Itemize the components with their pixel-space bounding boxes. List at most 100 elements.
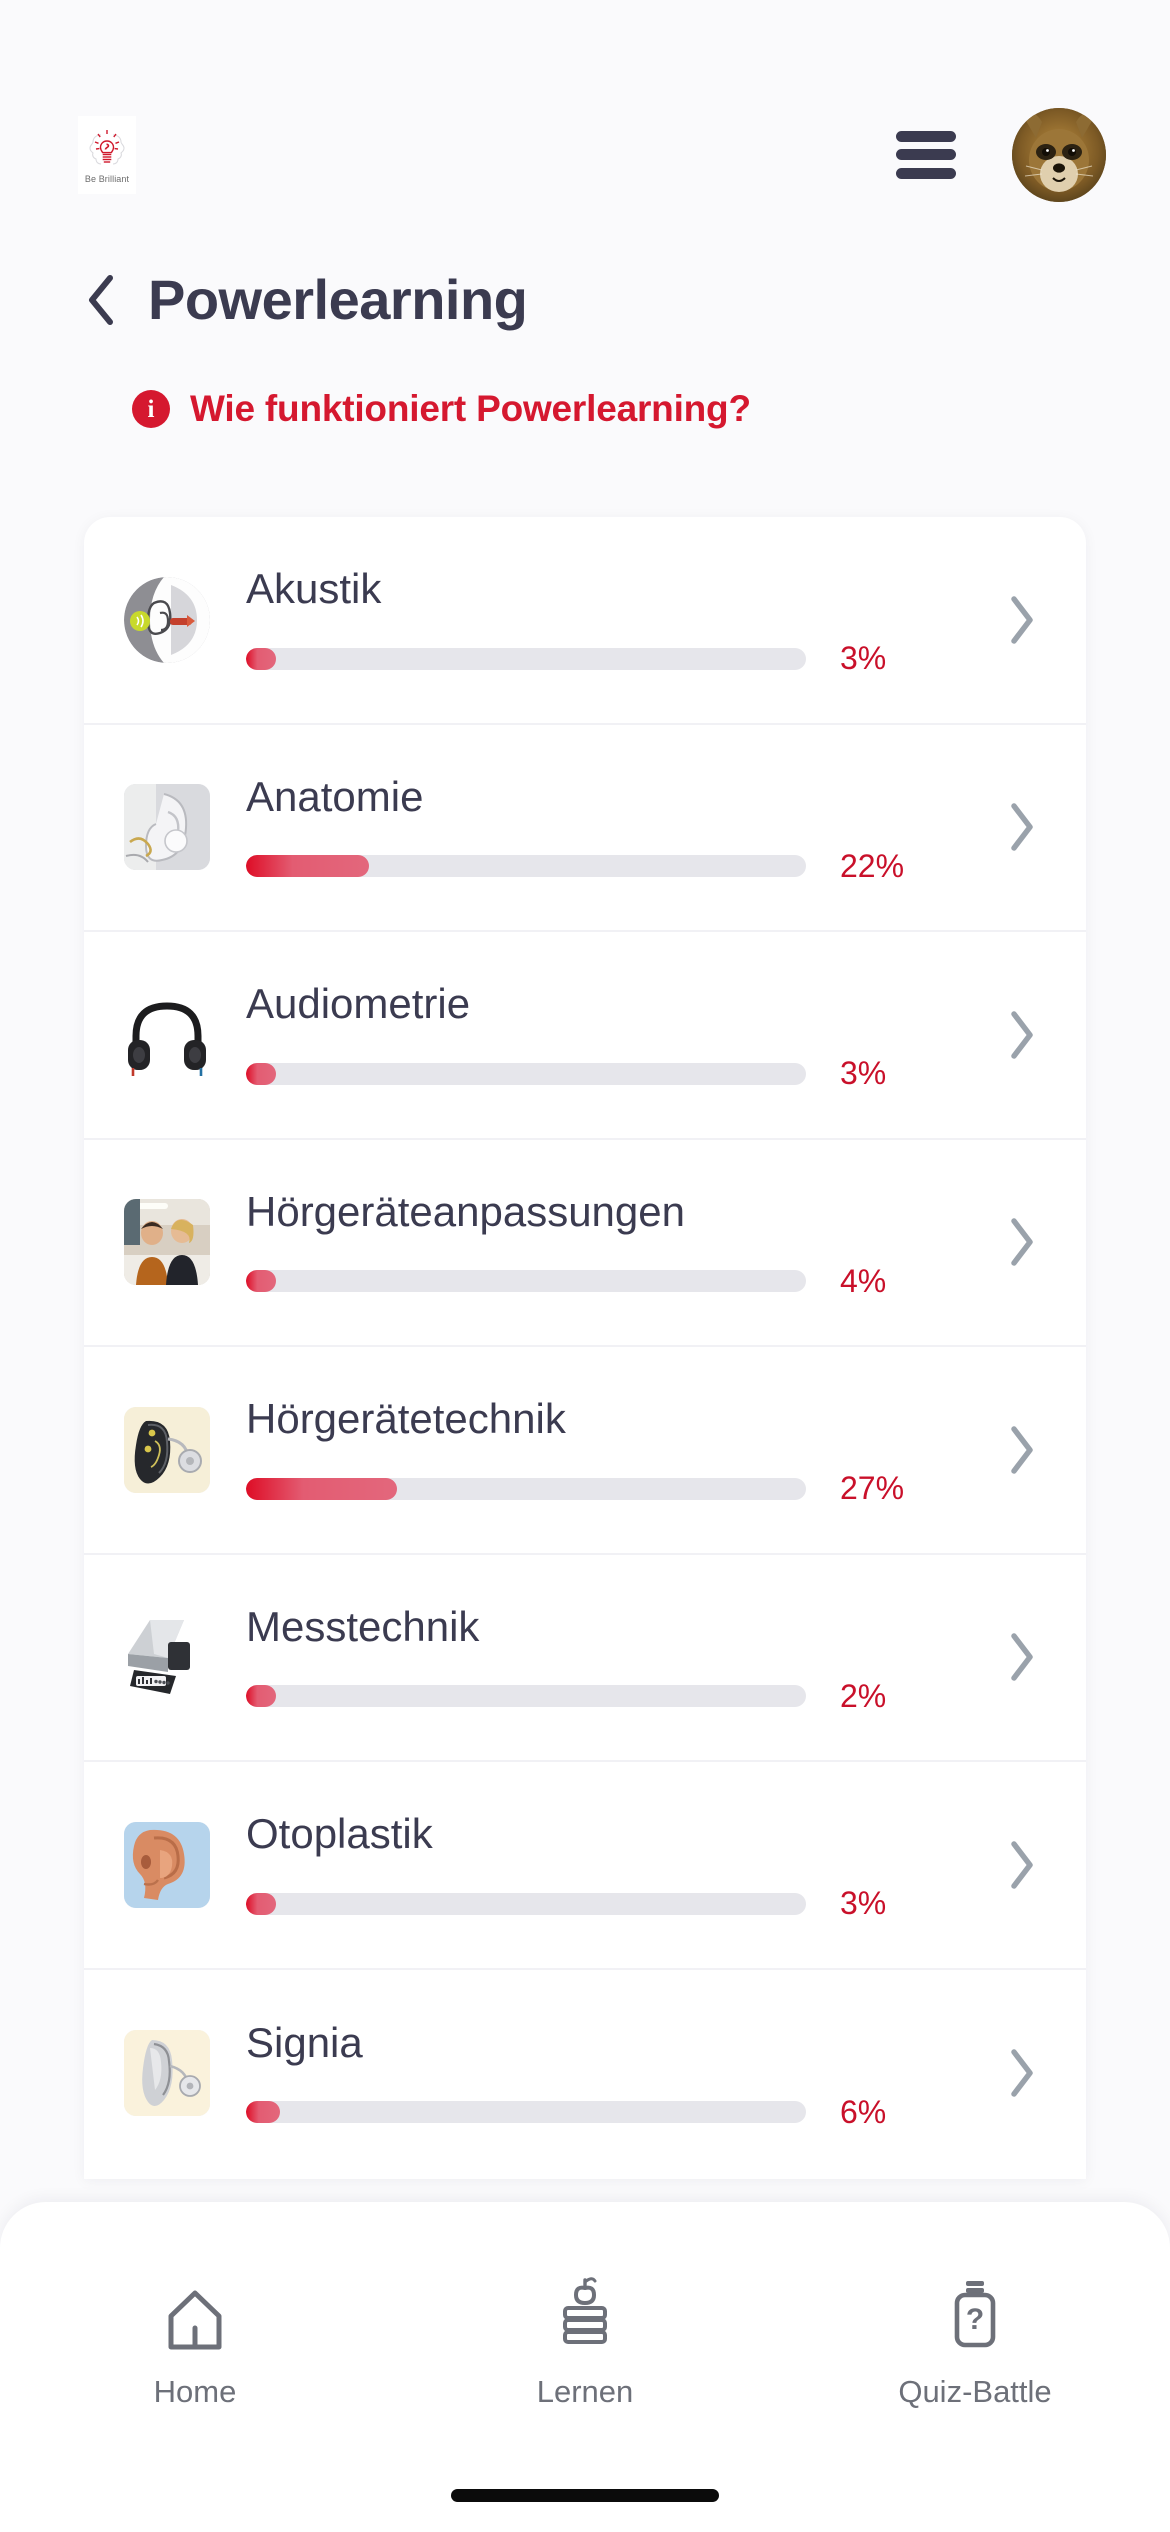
progress-track [246, 1062, 806, 1085]
progress-fill [246, 1477, 398, 1500]
topic-progress: 3% [246, 1885, 992, 1922]
topic-progress: 2% [246, 1678, 992, 1715]
brain-lightbulb-logo-icon [85, 125, 129, 173]
topic-label: Anatomie [246, 772, 424, 820]
progress-track [246, 1685, 806, 1708]
svg-text:?: ? [966, 2303, 984, 2336]
topic-content: Akustik 3% [246, 517, 992, 723]
measuring-device-photo-icon [124, 1614, 210, 1700]
chevron-right-icon[interactable] [992, 1425, 1052, 1475]
nav-label: Quiz-Battle [898, 2374, 1052, 2409]
topic-row-hoergeraetetechnik[interactable]: Hörgerätetechnik 27% [84, 1347, 1086, 1555]
bte-hearing-aid-photo-icon [124, 1406, 210, 1493]
nav-label: Lernen [536, 2374, 634, 2409]
progress-percent: 3% [840, 1055, 887, 1092]
chevron-right-icon[interactable] [992, 1217, 1052, 1267]
topic-row-messtechnik[interactable]: Messtechnik 2% [84, 1555, 1086, 1762]
progress-fill [246, 647, 276, 670]
page-title-row: Powerlearning [0, 272, 1170, 328]
hamburger-bar [896, 149, 956, 160]
how-it-works-label: Wie funktioniert Powerlearning? [190, 388, 751, 429]
topic-label: Messtechnik [246, 1602, 480, 1650]
progress-track [246, 1270, 806, 1293]
how-it-works-link[interactable]: i Wie funktioniert Powerlearning? [0, 388, 1170, 430]
progress-fill [246, 1685, 276, 1708]
app-header: Be Brilliant [0, 0, 1170, 265]
brand-logo[interactable]: Be Brilliant [78, 115, 136, 194]
progress-percent: 22% [840, 847, 905, 884]
topic-label: Otoplastik [246, 1810, 433, 1858]
info-circle-icon: i [132, 390, 170, 428]
nav-label: Home [153, 2374, 237, 2409]
ear-anatomy-icon [124, 576, 210, 663]
home-indicator [451, 2489, 719, 2502]
home-icon [164, 2274, 226, 2352]
user-avatar-raccoon-icon [1012, 107, 1106, 202]
topic-row-audiometrie[interactable]: Audiometrie 3% [84, 932, 1086, 1140]
quiz-bottle-icon: ? [947, 2274, 1003, 2352]
chevron-right-icon[interactable] [992, 1632, 1052, 1682]
topic-progress: 27% [246, 1470, 992, 1507]
progress-percent: 2% [840, 1677, 887, 1714]
progress-percent: 6% [840, 2093, 887, 2130]
back-chevron-icon[interactable] [86, 273, 120, 327]
topic-progress: 3% [246, 640, 992, 677]
topic-row-anatomie[interactable]: Anatomie 22% [84, 725, 1086, 932]
topic-content: Hörgeräteanpassungen 4% [246, 1140, 992, 1346]
nav-item-lernen[interactable]: Lernen [390, 2274, 780, 2410]
nav-item-home[interactable]: Home [0, 2274, 390, 2410]
topic-label: Audiometrie [246, 980, 471, 1028]
chevron-right-icon[interactable] [992, 1840, 1052, 1890]
ear-mould-icon [124, 1821, 210, 1908]
ear-model-photo-icon [124, 784, 210, 871]
topic-content: Messtechnik 2% [246, 1555, 992, 1761]
topic-progress: 6% [246, 2094, 992, 2131]
chevron-right-icon[interactable] [992, 595, 1052, 645]
avatar[interactable] [1012, 107, 1106, 202]
consultation-photo-icon [124, 1199, 210, 1286]
progress-track [246, 1892, 806, 1915]
chevron-right-icon[interactable] [992, 1010, 1052, 1060]
topic-content: Anatomie 22% [246, 725, 992, 931]
chevron-right-icon[interactable] [992, 2048, 1052, 2098]
books-apple-icon [552, 2274, 618, 2352]
chevron-right-icon[interactable] [992, 802, 1052, 852]
topic-label: Hörgeräteanpassungen [246, 1187, 685, 1235]
hamburger-bar [896, 130, 956, 142]
progress-fill [246, 2101, 280, 2124]
topic-list: Akustik 3% Anatomie 22% Audiometrie 3% H… [84, 517, 1086, 2179]
topic-row-signia[interactable]: Signia 6% [84, 1970, 1086, 2178]
progress-fill [246, 1270, 276, 1293]
topic-row-akustik[interactable]: Akustik 3% [84, 517, 1086, 725]
topic-progress: 4% [246, 1263, 992, 1300]
topic-row-hoergeraeteanpassungen[interactable]: Hörgeräteanpassungen 4% [84, 1140, 1086, 1347]
topic-content: Audiometrie 3% [246, 932, 992, 1138]
topic-progress: 3% [246, 1055, 992, 1092]
hamburger-bar [896, 167, 956, 179]
progress-fill [246, 855, 370, 878]
progress-percent: 3% [840, 1885, 887, 1922]
signia-hearing-aid-photo-icon [124, 2030, 210, 2117]
topic-label: Hörgerätetechnik [246, 1395, 566, 1443]
bottom-navigation: Home Lernen ? Quiz-Battle [0, 2202, 1170, 2532]
hamburger-menu-icon[interactable] [896, 130, 956, 179]
nav-item-quiz-battle[interactable]: ? Quiz-Battle [780, 2274, 1170, 2410]
topic-content: Hörgerätetechnik 27% [246, 1347, 992, 1553]
topic-progress: 22% [246, 848, 992, 885]
brand-logo-text: Be Brilliant [84, 174, 130, 184]
progress-track [246, 2101, 806, 2124]
progress-fill [246, 1892, 276, 1915]
progress-percent: 3% [840, 640, 887, 677]
topic-label: Akustik [246, 565, 382, 613]
progress-track [246, 647, 806, 670]
topic-content: Otoplastik 3% [246, 1762, 992, 1968]
topic-label: Signia [246, 2018, 363, 2066]
topic-row-otoplastik[interactable]: Otoplastik 3% [84, 1762, 1086, 1970]
progress-track [246, 1477, 806, 1500]
progress-percent: 27% [840, 1470, 905, 1507]
progress-fill [246, 1062, 276, 1085]
headphones-icon [124, 992, 210, 1078]
page-title: Powerlearning [148, 268, 528, 331]
progress-track [246, 855, 806, 878]
progress-percent: 4% [840, 1262, 887, 1299]
